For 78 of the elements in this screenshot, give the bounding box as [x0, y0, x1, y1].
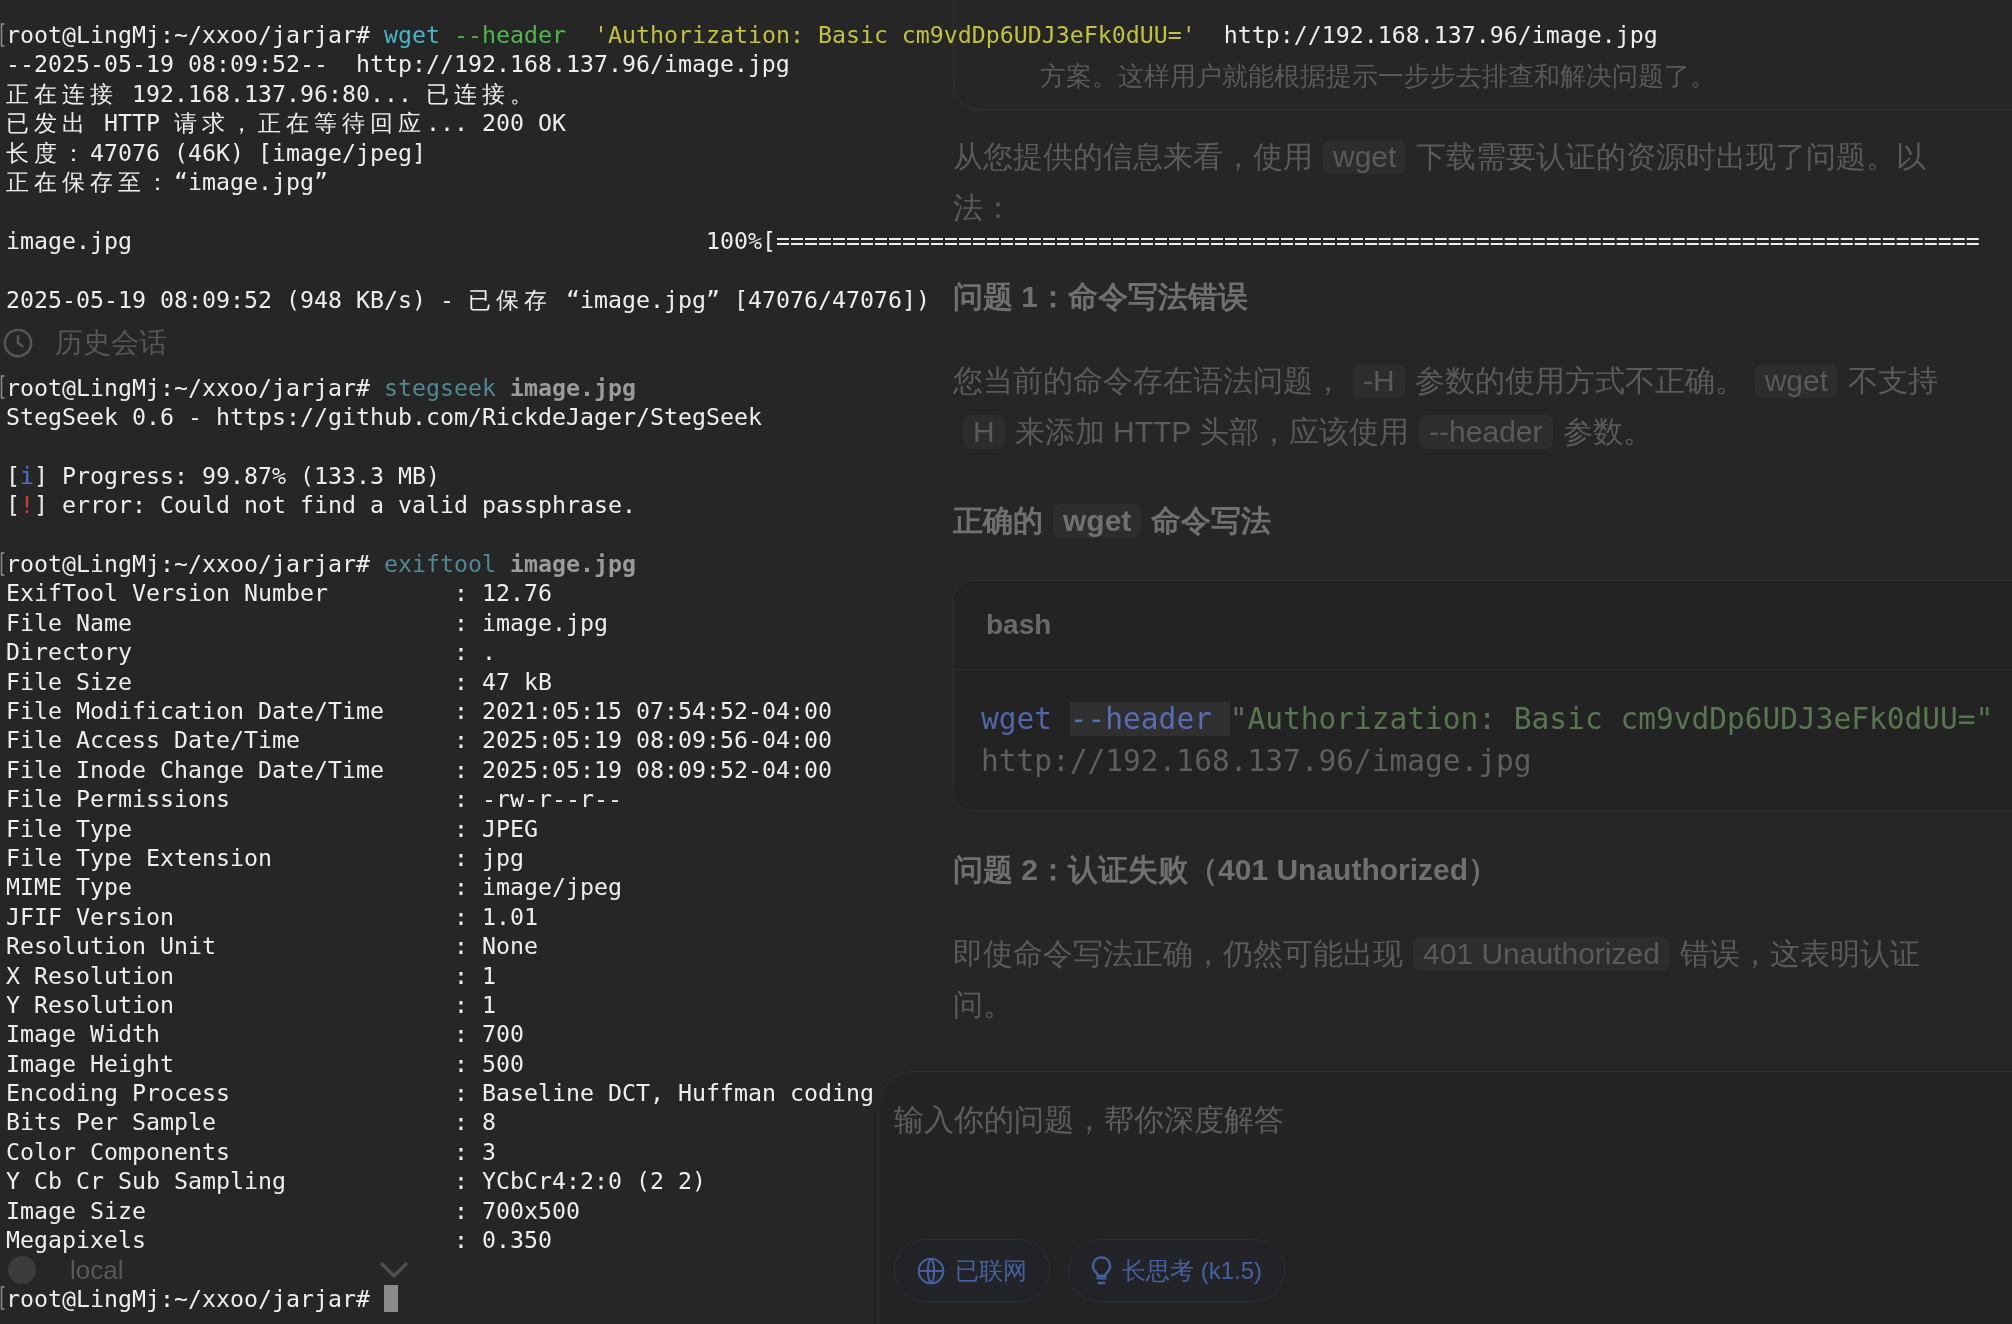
field-value: : 500	[454, 1048, 524, 1079]
field-label: Y Resolution	[6, 989, 174, 1020]
field-value: : JPEG	[454, 813, 538, 843]
field-label: File Access Date/Time	[6, 725, 300, 755]
field-label: Megapixels	[6, 1225, 146, 1255]
terminal-output: 2025-05-19 08:09:52 (948 KB/s) - 已保存 “image.jpg” [47076/47076])	[6, 284, 930, 314]
prompt-mark-icon	[0, 1286, 5, 1311]
terminal-output: StegSeek 0.6 - https://github.com/RickdeJager/StegSeek	[6, 402, 762, 432]
field-value: : -rw-r--r--	[454, 784, 622, 814]
section-heading: 问题 2：认证失败（401 Unauthorized）	[953, 853, 1499, 887]
field-value: : jpg	[454, 842, 524, 873]
code-line: wget --header "Authorization: Basic cm9vdDp6UDJ3eFk0dUU="	[981, 701, 1994, 738]
field-value: : 2021:05:15 07:54:52-04:00	[454, 696, 832, 726]
field-label: Image Height	[6, 1048, 174, 1079]
field-label: Image Size	[6, 1195, 146, 1226]
field-value: : 2025:05:19 08:09:52-04:00	[454, 754, 832, 785]
terminal-output: 正在连接 192.168.137.96:80... 已连接。	[6, 78, 534, 109]
terminal-output: [!] error: Could not find a valid passphrase.	[6, 490, 636, 520]
field-label: ExifTool Version Number	[6, 578, 328, 608]
terminal-output: [i] Progress: 99.87% (133.3 MB)	[6, 460, 440, 491]
chevron-down-icon	[380, 1262, 408, 1278]
globe-icon	[917, 1256, 945, 1285]
web-search-button[interactable]: 已联网	[894, 1239, 1050, 1302]
terminal-output: 长度：47076 (46K) [image/jpeg]	[6, 137, 426, 167]
terminal-output: --2025-05-19 08:09:52-- http://192.168.137.96/image.jpg	[6, 49, 790, 79]
field-value: : image.jpg	[454, 607, 608, 638]
field-value: : 12.76	[454, 578, 552, 608]
field-label: File Inode Change Date/Time	[6, 754, 384, 785]
command-line: root@LingMj:~/xxoo/jarjar# stegseek image.jpg	[6, 372, 636, 403]
message-input[interactable]: 输入你的问题，帮你深度解答	[894, 1100, 1894, 1140]
file-name: image.jpg	[6, 225, 132, 256]
field-label: File Name	[6, 607, 132, 638]
field-value: : 47 kB	[454, 666, 552, 696]
field-value: : .	[454, 637, 496, 667]
field-value: : YCbCr4:2:0 (2 2)	[454, 1166, 706, 1196]
field-label: Encoding Process	[6, 1078, 230, 1108]
field-label: X Resolution	[6, 960, 174, 990]
field-label: MIME Type	[6, 872, 132, 902]
lightbulb-icon	[1091, 1256, 1112, 1285]
field-value: : 2025:05:19 08:09:56-04:00	[454, 725, 832, 755]
clock-icon	[3, 328, 33, 358]
field-label: Color Components	[6, 1136, 230, 1167]
long-thinking-button[interactable]: 长思考 (k1.5)	[1068, 1239, 1285, 1302]
section-heading: 问题 1：命令写法错误	[953, 280, 1249, 314]
field-value: : 700	[454, 1019, 524, 1049]
field-label: File Type	[6, 813, 132, 843]
field-value: : 0.350	[454, 1225, 552, 1255]
terminal-output: 已发出 HTTP 请求，正在等待回应... 200 OK	[6, 108, 566, 138]
field-value: : 1.01	[454, 901, 538, 932]
field-label: File Size	[6, 666, 132, 696]
terminal-output: 100%[======================================================================================	[706, 225, 1980, 256]
section-heading: 正确的 wget 命令写法	[953, 504, 1272, 538]
prompt-mark-icon	[0, 551, 5, 576]
field-label: Directory	[6, 637, 132, 667]
field-value: : Baseline DCT, Huffman coding	[454, 1078, 874, 1108]
command-line: root@LingMj:~/xxoo/jarjar#	[6, 1283, 371, 1314]
prompt-mark-icon	[0, 375, 5, 400]
command-line: root@LingMj:~/xxoo/jarjar# wget --header 'Authorization: Basic cm9vdDp6UDJ3eFk0dUU=' http://192.168.137.96/image.jpg	[6, 20, 1658, 50]
field-value: : 700x500	[454, 1195, 580, 1226]
field-value: : None	[454, 931, 538, 961]
field-label: File Modification Date/Time	[6, 696, 384, 726]
field-label: Image Width	[6, 1019, 160, 1049]
field-label: Resolution Unit	[6, 931, 216, 961]
code-language-label: bash	[986, 608, 1052, 642]
field-value: : 8	[454, 1107, 496, 1137]
command-line: root@LingMj:~/xxoo/jarjar# exiftool image.jpg	[6, 549, 636, 579]
field-label: File Permissions	[6, 784, 230, 814]
prompt-mark-icon	[0, 22, 5, 47]
field-label: Y Cb Cr Sub Sampling	[6, 1166, 286, 1196]
field-label: Bits Per Sample	[6, 1107, 216, 1137]
field-value: : 1	[454, 989, 496, 1020]
field-value: : 3	[454, 1136, 496, 1167]
field-label: JFIF Version	[6, 901, 174, 932]
field-value: : image/jpeg	[454, 872, 622, 902]
code-line: http://192.168.137.96/image.jpg	[981, 743, 1532, 780]
field-value: : 1	[454, 960, 496, 990]
field-label: File Type Extension	[6, 842, 272, 873]
terminal-output: 正在保存至：“image.jpg”	[6, 166, 328, 197]
